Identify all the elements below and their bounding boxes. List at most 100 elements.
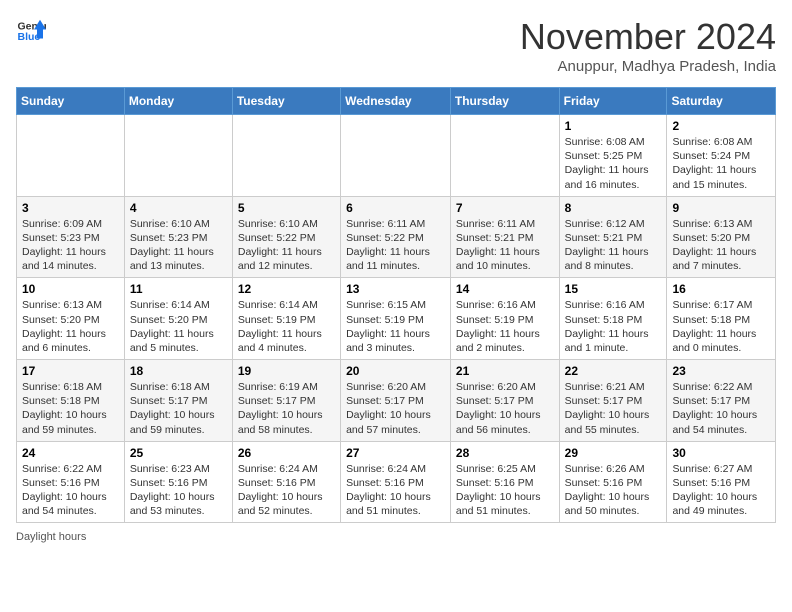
- day-number: 30: [672, 446, 770, 460]
- logo: General Blue: [16, 16, 46, 46]
- calendar-cell: 8 Sunrise: 6:12 AM Sunset: 5:21 PM Daylig…: [559, 196, 667, 278]
- weekday-header-cell: Wednesday: [341, 88, 451, 115]
- weekday-header-cell: Sunday: [17, 88, 125, 115]
- month-title: November 2024: [520, 16, 776, 58]
- day-number: 6: [346, 201, 445, 215]
- weekday-header-cell: Friday: [559, 88, 667, 115]
- day-number: 2: [672, 119, 770, 133]
- day-info: Sunrise: 6:10 AM Sunset: 5:23 PM Dayligh…: [130, 217, 227, 274]
- calendar-cell: 6 Sunrise: 6:11 AM Sunset: 5:22 PM Daylig…: [341, 196, 451, 278]
- svg-text:Blue: Blue: [18, 31, 41, 43]
- day-info: Sunrise: 6:10 AM Sunset: 5:22 PM Dayligh…: [238, 217, 335, 274]
- day-number: 18: [130, 364, 227, 378]
- calendar-cell: 3Sunrise: 6:09 AM Sunset: 5:23 PM Daylig…: [17, 196, 125, 278]
- day-number: 16: [672, 282, 770, 296]
- day-number: 19: [238, 364, 335, 378]
- day-number: 25: [130, 446, 227, 460]
- calendar-cell: 14Sunrise: 6:16 AM Sunset: 5:19 PM Dayli…: [450, 278, 559, 360]
- day-number: 21: [456, 364, 554, 378]
- day-info: Sunrise: 6:26 AM Sunset: 5:16 PM Dayligh…: [565, 462, 662, 519]
- calendar-cell: 10Sunrise: 6:13 AM Sunset: 5:20 PM Dayli…: [17, 278, 125, 360]
- day-info: Sunrise: 6:14 AM Sunset: 5:20 PM Dayligh…: [130, 298, 227, 355]
- weekday-header-cell: Monday: [124, 88, 232, 115]
- day-number: 13: [346, 282, 445, 296]
- calendar-cell: [17, 115, 125, 197]
- calendar-cell: 5 Sunrise: 6:10 AM Sunset: 5:22 PM Daylig…: [232, 196, 340, 278]
- day-number: 17: [22, 364, 119, 378]
- day-info: Sunrise: 6:22 AM Sunset: 5:17 PM Dayligh…: [672, 380, 770, 437]
- day-number: 4: [130, 201, 227, 215]
- calendar-cell: 4 Sunrise: 6:10 AM Sunset: 5:23 PM Daylig…: [124, 196, 232, 278]
- day-info: Sunrise: 6:24 AM Sunset: 5:16 PM Dayligh…: [238, 462, 335, 519]
- day-info: Sunrise: 6:16 AM Sunset: 5:18 PM Dayligh…: [565, 298, 662, 355]
- calendar-cell: 1 Sunrise: 6:08 AM Sunset: 5:25 PM Daylig…: [559, 115, 667, 197]
- day-number: 14: [456, 282, 554, 296]
- day-info: Sunrise: 6:20 AM Sunset: 5:17 PM Dayligh…: [346, 380, 445, 437]
- location: Anuppur, Madhya Pradesh, India: [520, 58, 776, 75]
- weekday-header-cell: Thursday: [450, 88, 559, 115]
- day-info: Sunrise: 6:19 AM Sunset: 5:17 PM Dayligh…: [238, 380, 335, 437]
- day-number: 7: [456, 201, 554, 215]
- calendar-cell: 26Sunrise: 6:24 AM Sunset: 5:16 PM Dayli…: [232, 441, 340, 523]
- calendar-cell: 19 Sunrise: 6:19 AM Sunset: 5:17 PM Dayli…: [232, 360, 340, 442]
- day-number: 28: [456, 446, 554, 460]
- calendar-cell: 13 Sunrise: 6:15 AM Sunset: 5:19 PM Dayli…: [341, 278, 451, 360]
- calendar-table: SundayMondayTuesdayWednesdayThursdayFrid…: [16, 87, 776, 523]
- day-info: Sunrise: 6:14 AM Sunset: 5:19 PM Dayligh…: [238, 298, 335, 355]
- calendar-cell: 15 Sunrise: 6:16 AM Sunset: 5:18 PM Dayli…: [559, 278, 667, 360]
- calendar-cell: 18 Sunrise: 6:18 AM Sunset: 5:17 PM Dayli…: [124, 360, 232, 442]
- calendar-cell: 2Sunrise: 6:08 AM Sunset: 5:24 PM Daylig…: [667, 115, 776, 197]
- calendar-cell: 16 Sunrise: 6:17 AM Sunset: 5:18 PM Dayli…: [667, 278, 776, 360]
- weekday-header-cell: Saturday: [667, 88, 776, 115]
- day-info: Sunrise: 6:18 AM Sunset: 5:17 PM Dayligh…: [130, 380, 227, 437]
- calendar-week-row: 24 Sunrise: 6:22 AM Sunset: 5:16 PM Dayli…: [17, 441, 776, 523]
- day-info: Sunrise: 6:27 AM Sunset: 5:16 PM Dayligh…: [672, 462, 770, 519]
- day-info: Sunrise: 6:24 AM Sunset: 5:16 PM Dayligh…: [346, 462, 445, 519]
- day-number: 29: [565, 446, 662, 460]
- calendar-cell: 24 Sunrise: 6:22 AM Sunset: 5:16 PM Dayli…: [17, 441, 125, 523]
- calendar-cell: 20Sunrise: 6:20 AM Sunset: 5:17 PM Dayli…: [341, 360, 451, 442]
- day-info: Sunrise: 6:13 AM Sunset: 5:20 PM Dayligh…: [672, 217, 770, 274]
- weekday-header-row: SundayMondayTuesdayWednesdayThursdayFrid…: [17, 88, 776, 115]
- calendar-week-row: 10Sunrise: 6:13 AM Sunset: 5:20 PM Dayli…: [17, 278, 776, 360]
- day-info: Sunrise: 6:21 AM Sunset: 5:17 PM Dayligh…: [565, 380, 662, 437]
- day-info: Sunrise: 6:08 AM Sunset: 5:25 PM Dayligh…: [565, 135, 662, 192]
- day-info: Sunrise: 6:13 AM Sunset: 5:20 PM Dayligh…: [22, 298, 119, 355]
- day-info: Sunrise: 6:12 AM Sunset: 5:21 PM Dayligh…: [565, 217, 662, 274]
- day-info: Sunrise: 6:15 AM Sunset: 5:19 PM Dayligh…: [346, 298, 445, 355]
- calendar-cell: 30 Sunrise: 6:27 AM Sunset: 5:16 PM Dayli…: [667, 441, 776, 523]
- calendar-cell: 22 Sunrise: 6:21 AM Sunset: 5:17 PM Dayli…: [559, 360, 667, 442]
- calendar-cell: 25 Sunrise: 6:23 AM Sunset: 5:16 PM Dayli…: [124, 441, 232, 523]
- calendar-cell: 21Sunrise: 6:20 AM Sunset: 5:17 PM Dayli…: [450, 360, 559, 442]
- day-info: Sunrise: 6:17 AM Sunset: 5:18 PM Dayligh…: [672, 298, 770, 355]
- day-number: 12: [238, 282, 335, 296]
- calendar-body: 1 Sunrise: 6:08 AM Sunset: 5:25 PM Daylig…: [17, 115, 776, 523]
- day-number: 15: [565, 282, 662, 296]
- day-info: Sunrise: 6:11 AM Sunset: 5:22 PM Dayligh…: [346, 217, 445, 274]
- day-info: Sunrise: 6:22 AM Sunset: 5:16 PM Dayligh…: [22, 462, 119, 519]
- logo-icon: General Blue: [16, 16, 46, 46]
- calendar-week-row: 3Sunrise: 6:09 AM Sunset: 5:23 PM Daylig…: [17, 196, 776, 278]
- weekday-header-cell: Tuesday: [232, 88, 340, 115]
- footer-note: Daylight hours: [16, 531, 776, 543]
- day-number: 3: [22, 201, 119, 215]
- day-number: 11: [130, 282, 227, 296]
- calendar-cell: [124, 115, 232, 197]
- calendar-cell: 7Sunrise: 6:11 AM Sunset: 5:21 PM Daylig…: [450, 196, 559, 278]
- day-number: 27: [346, 446, 445, 460]
- calendar-cell: 9Sunrise: 6:13 AM Sunset: 5:20 PM Daylig…: [667, 196, 776, 278]
- calendar-cell: [450, 115, 559, 197]
- day-number: 5: [238, 201, 335, 215]
- calendar-cell: 27 Sunrise: 6:24 AM Sunset: 5:16 PM Dayli…: [341, 441, 451, 523]
- calendar-cell: 12 Sunrise: 6:14 AM Sunset: 5:19 PM Dayli…: [232, 278, 340, 360]
- day-number: 8: [565, 201, 662, 215]
- calendar-cell: 28Sunrise: 6:25 AM Sunset: 5:16 PM Dayli…: [450, 441, 559, 523]
- calendar-cell: 17 Sunrise: 6:18 AM Sunset: 5:18 PM Dayli…: [17, 360, 125, 442]
- day-number: 22: [565, 364, 662, 378]
- calendar-week-row: 17 Sunrise: 6:18 AM Sunset: 5:18 PM Dayli…: [17, 360, 776, 442]
- day-info: Sunrise: 6:23 AM Sunset: 5:16 PM Dayligh…: [130, 462, 227, 519]
- day-info: Sunrise: 6:18 AM Sunset: 5:18 PM Dayligh…: [22, 380, 119, 437]
- calendar-cell: [341, 115, 451, 197]
- day-number: 1: [565, 119, 662, 133]
- day-number: 24: [22, 446, 119, 460]
